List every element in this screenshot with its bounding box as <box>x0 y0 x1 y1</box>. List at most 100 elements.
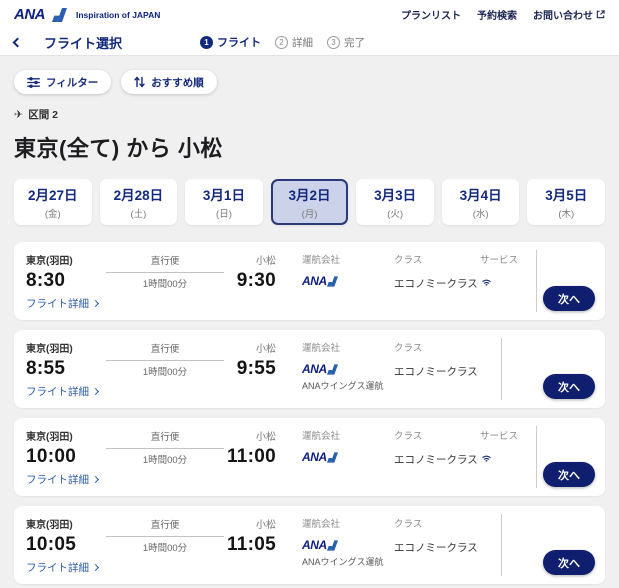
carrier-logo: ANA <box>302 274 394 288</box>
step-indicator: 1 フライト 2 詳細 3 完了 <box>200 34 365 50</box>
carrier-label: 運航会社 <box>302 428 394 442</box>
flight-details-link[interactable]: フライト詳細 <box>26 296 98 311</box>
flight-selection-page: ANA Inspiration of JAPAN プランリスト 予約検索 お問い… <box>0 0 619 588</box>
flight-details-link[interactable]: フライト詳細 <box>26 384 98 399</box>
service-column: サービス <box>480 428 536 468</box>
departure-column: 東京(羽田) 10:00 <box>26 428 106 468</box>
chevron-right-icon <box>92 564 99 571</box>
ana-logo-slash-icon <box>327 364 338 375</box>
flight-card-content: 東京(羽田) 10:00 直行便 1時間00分 小松 11:00 <box>14 418 536 496</box>
destination-airport: 小松 <box>256 516 276 531</box>
departure-time: 8:55 <box>26 358 106 380</box>
ana-logo-slash-icon <box>327 452 338 463</box>
step-details: 2 詳細 <box>275 35 313 50</box>
weekday-label: (月) <box>302 206 318 220</box>
flight-path-column: 直行便 1時間00分 <box>106 340 224 392</box>
class-label: クラス <box>394 340 474 354</box>
class-label: クラス <box>394 516 474 530</box>
carrier-label: 運航会社 <box>302 340 394 354</box>
flight-path-line <box>106 272 224 273</box>
cabin-class: エコノミークラス <box>394 364 474 379</box>
cabin-class: エコノミークラス <box>394 540 474 555</box>
class-label: クラス <box>394 428 474 442</box>
flight-duration: 1時間00分 <box>143 540 187 554</box>
ana-logo-text: ANA <box>14 6 45 23</box>
flight-duration: 1時間00分 <box>143 276 187 290</box>
flight-path-column: 直行便 1時間00分 <box>106 516 224 568</box>
flight-card-action-area: 次へ <box>501 506 605 584</box>
flight-card-content: 東京(羽田) 8:55 直行便 1時間00分 小松 9:55 <box>14 330 501 408</box>
flight-details-label: フライト詳細 <box>26 296 89 311</box>
step-flight-number: 1 <box>200 36 213 49</box>
departure-column: 東京(羽田) 8:30 <box>26 252 106 292</box>
top-header: ANA Inspiration of JAPAN プランリスト 予約検索 お問い… <box>0 0 619 29</box>
sort-button[interactable]: おすすめ順 <box>121 70 217 94</box>
ana-logo[interactable]: ANA Inspiration of JAPAN <box>14 6 160 23</box>
next-button[interactable]: 次へ <box>543 550 595 575</box>
date-label: 3月4日 <box>460 184 502 204</box>
flight-details-link[interactable]: フライト詳細 <box>26 472 98 487</box>
flight-card-1005: 東京(羽田) 10:05 直行便 1時間00分 小松 11:05 <box>14 506 605 584</box>
step-details-label: 詳細 <box>292 35 313 50</box>
filter-button-label: フィルター <box>46 75 98 90</box>
next-button[interactable]: 次へ <box>543 374 595 399</box>
flight-type: 直行便 <box>151 253 180 267</box>
carrier-column: 運航会社 ANA ANAウイングス運航 <box>302 340 394 392</box>
operated-by: ANAウイングス運航 <box>302 555 394 568</box>
flight-details-link[interactable]: フライト詳細 <box>26 560 98 575</box>
nav-plan-list[interactable]: プランリスト <box>401 7 461 22</box>
nav-reservation-search[interactable]: 予約検索 <box>477 7 517 22</box>
date-tab-mar2-selected[interactable]: 3月2日(月) <box>271 179 349 225</box>
filter-icon <box>27 77 40 88</box>
step-complete-label: 完了 <box>344 35 365 50</box>
cabin-class: エコノミークラス <box>394 452 474 467</box>
date-tab-mar3[interactable]: 3月3日(火) <box>356 179 434 225</box>
departure-time: 10:05 <box>26 534 106 556</box>
operated-by: ANAウイングス運航 <box>302 379 394 392</box>
weekday-label: (土) <box>130 206 146 220</box>
origin-airport: 東京(羽田) <box>26 428 106 443</box>
page-title: フライト選択 <box>44 33 122 52</box>
arrival-column: 小松 11:05 <box>224 516 276 568</box>
external-link-icon <box>596 10 605 19</box>
weekday-label: (火) <box>387 206 403 220</box>
step-flight: 1 フライト <box>200 34 261 50</box>
flight-type: 直行便 <box>151 517 180 531</box>
ana-logo-text: ANA <box>302 274 327 288</box>
arrival-column: 小松 9:30 <box>224 252 276 292</box>
date-tab-mar1[interactable]: 3月1日(日) <box>185 179 263 225</box>
destination-airport: 小松 <box>256 428 276 443</box>
filter-button[interactable]: フィルター <box>14 70 111 94</box>
destination-airport: 小松 <box>256 340 276 355</box>
next-button[interactable]: 次へ <box>543 462 595 487</box>
carrier-column: 運航会社 ANA ANAウイングス運航 <box>302 516 394 568</box>
weekday-label: (日) <box>216 206 232 220</box>
next-button[interactable]: 次へ <box>543 286 595 311</box>
date-tab-feb28[interactable]: 2月28日(土) <box>100 179 178 225</box>
carrier-logo: ANA <box>302 362 394 376</box>
ana-tagline: Inspiration of JAPAN <box>76 10 160 20</box>
ana-logo-slash-icon <box>52 8 67 22</box>
back-button[interactable] <box>14 39 32 46</box>
wifi-icon <box>480 450 536 468</box>
class-column: クラス エコノミークラス <box>394 340 474 392</box>
cabin-class: エコノミークラス <box>394 276 474 291</box>
date-tab-mar4[interactable]: 3月4日(水) <box>442 179 520 225</box>
step-flight-label: フライト <box>217 34 261 50</box>
arrival-time: 9:30 <box>237 270 276 292</box>
toolbar: フィルター おすすめ順 <box>14 70 605 94</box>
carrier-logo: ANA <box>302 538 394 552</box>
date-tab-feb27[interactable]: 2月27日(金) <box>14 179 92 225</box>
arrival-time: 11:05 <box>227 534 276 556</box>
flight-type: 直行便 <box>151 341 180 355</box>
flight-path-line <box>106 448 224 449</box>
sort-button-label: おすすめ順 <box>151 75 204 90</box>
sub-header: フライト選択 1 フライト 2 詳細 3 完了 <box>0 29 619 56</box>
nav-contact[interactable]: お問い合わせ <box>533 7 605 22</box>
arrival-time: 11:00 <box>227 446 276 468</box>
date-tab-mar5[interactable]: 3月5日(木) <box>527 179 605 225</box>
origin-airport: 東京(羽田) <box>26 516 106 531</box>
destination-airport: 小松 <box>256 252 276 267</box>
page-body: フィルター おすすめ順 ✈ 区間 2 東京(全て) から 小松 2月27日(金)… <box>0 56 619 584</box>
departure-time: 8:30 <box>26 270 106 292</box>
